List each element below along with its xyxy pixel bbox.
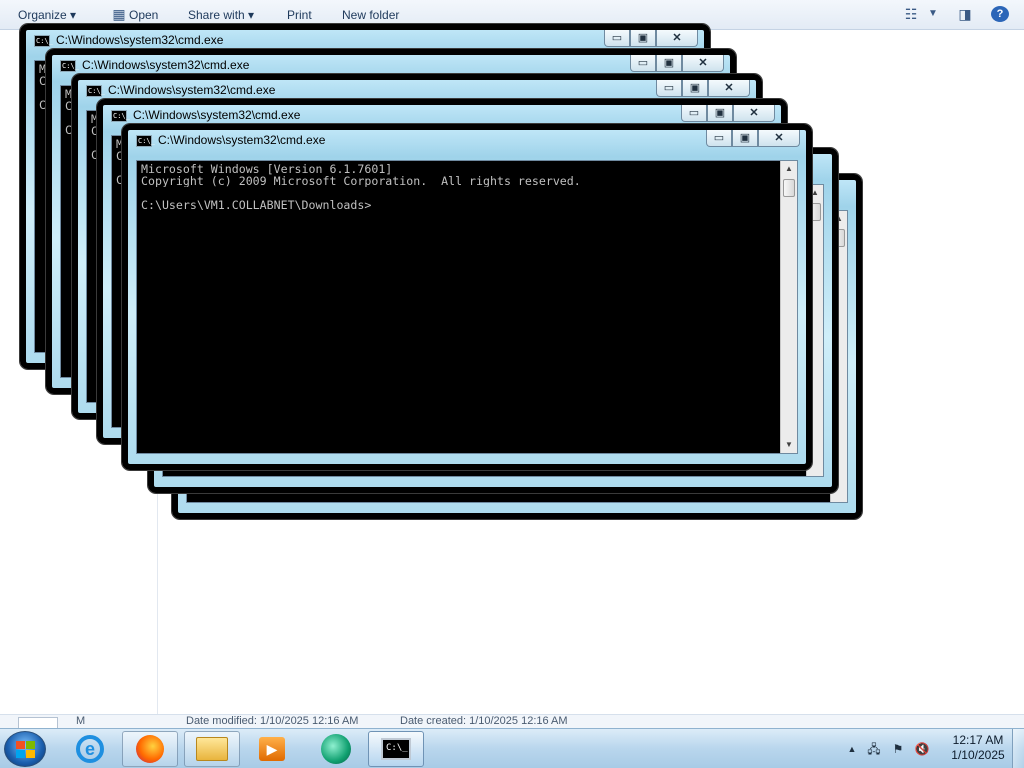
print-button[interactable]: Print [287, 8, 312, 22]
close-button[interactable]: ✕ [682, 55, 724, 72]
system-clock[interactable]: 12:17 AM 1/10/2025 [940, 733, 1016, 763]
firefox-icon [136, 735, 164, 763]
maximize-button[interactable]: ▣ [630, 30, 656, 47]
taskbar-circle-app[interactable] [308, 731, 364, 767]
cmd-window-active[interactable]: C:\_ C:\Windows\system32\cmd.exe ▭ ▣ ✕ M… [122, 124, 812, 470]
windows-logo-icon [16, 741, 36, 759]
show-desktop-button[interactable] [1012, 729, 1024, 768]
cmd-icon: C:\_ [381, 738, 411, 760]
cmd-window-title: C:\Windows\system32\cmd.exe [133, 108, 301, 122]
clock-date: 1/10/2025 [951, 748, 1005, 762]
taskbar: e ▶ C:\_ ▲ 🖧 ⚑ 🔇 12:17 AM 1/10/2025 [0, 728, 1024, 768]
cmd-window-title: C:\Windows\system32\cmd.exe [108, 83, 276, 97]
cmd-app-icon: C:\_ [86, 85, 105, 97]
window-controls: ▭ ▣ ✕ [656, 80, 750, 98]
taskbar-internet-explorer[interactable]: e [62, 731, 118, 767]
cmd-window-title: C:\Windows\system32\cmd.exe [82, 58, 250, 72]
view-options-icon[interactable]: ☷ [902, 6, 920, 22]
window-controls: ▭ ▣ ✕ [604, 30, 698, 48]
details-date-created: Date created: 1/10/2025 12:16 AM [400, 715, 568, 727]
cmd-app-icon: C:\_ [136, 135, 155, 147]
close-button[interactable]: ✕ [758, 130, 800, 147]
taskbar-windows-explorer[interactable] [184, 731, 240, 767]
folder-icon [196, 737, 228, 761]
cmd-prompt-line: C:\Users\VM1.COLLABNET\Downloads> [141, 199, 372, 211]
show-hidden-icons-icon[interactable]: ▲ [844, 741, 860, 757]
start-button[interactable] [4, 731, 46, 767]
minimize-button[interactable]: ▭ [706, 130, 732, 147]
cmd-titlebar[interactable]: C:\_ C:\Windows\system32\cmd.exe ▭ ▣ ✕ [128, 130, 806, 152]
action-center-flag-icon[interactable]: ⚑ [890, 741, 906, 757]
preview-pane-icon[interactable]: ◨ [956, 6, 974, 22]
cmd-scrollbar[interactable]: ▲ ▼ [780, 161, 797, 453]
minimize-button[interactable]: ▭ [656, 80, 682, 97]
media-player-icon: ▶ [259, 737, 285, 761]
view-dropdown-icon[interactable]: ▼ [924, 6, 942, 22]
maximize-button[interactable]: ▣ [732, 130, 758, 147]
scroll-thumb[interactable] [783, 179, 795, 197]
minimize-button[interactable]: ▭ [630, 55, 656, 72]
minimize-button[interactable]: ▭ [681, 105, 707, 122]
circle-app-icon [321, 734, 351, 764]
window-controls: ▭ ▣ ✕ [681, 105, 775, 123]
taskbar-firefox[interactable] [122, 731, 178, 767]
details-pane: M Date modified: 1/10/2025 12:16 AM Date… [0, 714, 1024, 728]
cmd-app-icon: C:\_ [111, 110, 130, 122]
cmd-app-icon: C:\_ [34, 35, 53, 47]
close-button[interactable]: ✕ [656, 30, 698, 47]
taskbar-media-player[interactable]: ▶ [244, 731, 300, 767]
taskbar-command-prompt[interactable]: C:\_ [368, 731, 424, 767]
maximize-button[interactable]: ▣ [707, 105, 733, 122]
help-icon[interactable]: ? [991, 6, 1009, 22]
cmd-app-icon: C:\_ [60, 60, 79, 72]
ie-icon: e [76, 735, 104, 763]
file-thumbnail [18, 717, 58, 728]
cmd-console-area[interactable]: Microsoft Windows [Version 6.1.7601] Cop… [136, 160, 798, 454]
clock-time: 12:17 AM [952, 733, 1004, 747]
scroll-down-icon[interactable]: ▼ [781, 437, 797, 453]
organize-button[interactable]: Organize ▾ [18, 8, 76, 22]
close-button[interactable]: ✕ [733, 105, 775, 122]
maximize-button[interactable]: ▣ [656, 55, 682, 72]
window-controls: ▭ ▣ ✕ [706, 130, 800, 148]
cmd-output-line: Copyright (c) 2009 Microsoft Corporation… [141, 175, 581, 187]
new-folder-button[interactable]: New folder [342, 8, 399, 22]
maximize-button[interactable]: ▣ [682, 80, 708, 97]
details-file-name: M [76, 715, 86, 727]
volume-muted-icon[interactable]: 🔇 [914, 741, 930, 757]
close-button[interactable]: ✕ [708, 80, 750, 97]
open-icon: ▦ [112, 6, 126, 22]
cmd-window-title: C:\Windows\system32\cmd.exe [56, 33, 224, 47]
cmd-output-line: Microsoft Windows [Version 6.1.7601] [141, 163, 393, 175]
window-controls: ▭ ▣ ✕ [630, 55, 724, 73]
network-icon[interactable]: 🖧 [866, 741, 882, 757]
open-button[interactable]: Open [129, 8, 158, 22]
details-date-modified: Date modified: 1/10/2025 12:16 AM [186, 715, 359, 727]
scroll-up-icon[interactable]: ▲ [781, 161, 797, 177]
minimize-button[interactable]: ▭ [604, 30, 630, 47]
share-with-button[interactable]: Share with ▾ [188, 8, 254, 22]
system-tray: ▲ 🖧 ⚑ 🔇 12:17 AM 1/10/2025 [840, 729, 1024, 768]
cmd-window-title: C:\Windows\system32\cmd.exe [158, 133, 326, 147]
